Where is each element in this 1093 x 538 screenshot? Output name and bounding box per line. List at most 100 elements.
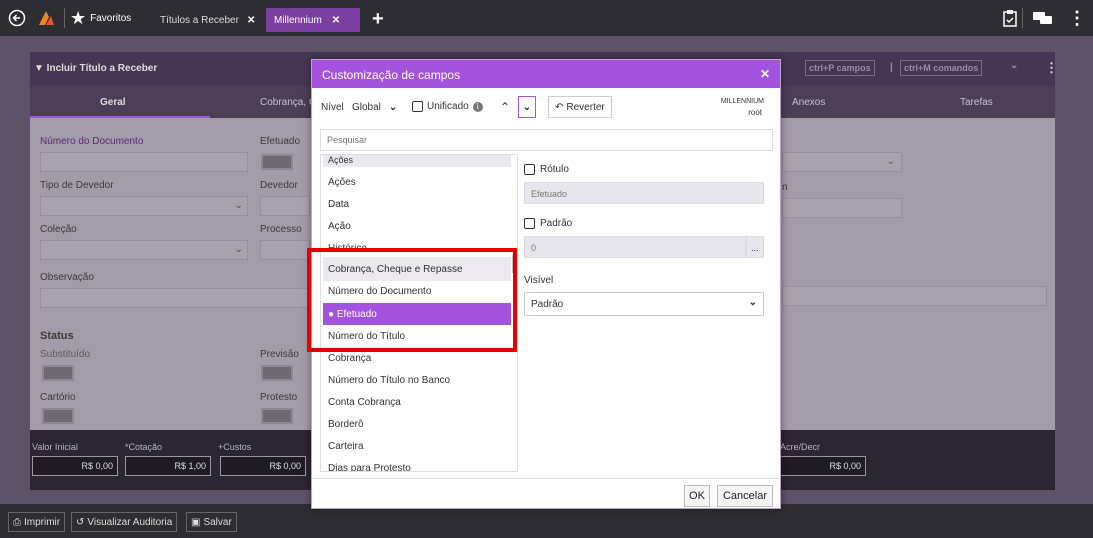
- chevron-down-icon: ⌄: [234, 200, 243, 211]
- processo-field[interactable]: [260, 240, 310, 260]
- observacao-field[interactable]: [40, 288, 312, 308]
- visualizar-auditoria-button[interactable]: ↺ Visualizar Auditoria: [71, 512, 178, 532]
- user-root: root: [748, 108, 762, 117]
- unificado-checkbox[interactable]: Unificado i: [412, 101, 483, 112]
- printer-icon: ⎙: [13, 516, 21, 528]
- padrao-checkbox[interactable]: Padrão: [524, 218, 572, 229]
- label-previsao: Previsão: [260, 349, 299, 360]
- visivel-select[interactable]: Padrão ⌄: [524, 292, 764, 316]
- chevron-down-icon: ⌄: [748, 297, 757, 308]
- list-item[interactable]: Data: [328, 199, 349, 210]
- imprimir-button[interactable]: ⎙ Imprimir: [8, 512, 66, 532]
- save-icon: ▣: [191, 516, 201, 528]
- acre-decr-field[interactable]: R$ 0,00: [780, 456, 866, 476]
- protesto-toggle[interactable]: [261, 408, 293, 424]
- back-icon[interactable]: [8, 9, 26, 27]
- substituido-toggle[interactable]: [42, 365, 74, 381]
- tab-geral[interactable]: Geral: [100, 97, 126, 108]
- list-item[interactable]: Carteira: [328, 441, 364, 452]
- chevron-down-icon: ⌄: [522, 101, 532, 113]
- chat-icon[interactable]: [1032, 10, 1054, 26]
- card-title[interactable]: ▼ Incluir Título a Receber: [34, 63, 157, 74]
- rotulo-field[interactable]: Efetuado: [524, 182, 764, 204]
- label-acre-decr: Acre/Decr: [780, 442, 821, 452]
- list-item[interactable]: Ações: [328, 155, 353, 165]
- info-icon: i: [472, 101, 483, 112]
- move-down-button[interactable]: ⌄: [518, 96, 536, 118]
- label-processo: Processo: [260, 224, 302, 235]
- label-colecao: Coleção: [40, 224, 77, 235]
- reverter-button[interactable]: ↶ Reverter: [548, 96, 612, 118]
- padrao-field[interactable]: 0: [524, 236, 746, 258]
- chevron-down-icon: ⌄: [886, 156, 895, 167]
- list-item[interactable]: Número do Título no Banco: [328, 375, 450, 386]
- label-cartorio: Cartório: [40, 392, 76, 403]
- visivel-label: Visível: [524, 275, 554, 286]
- tab-cobranca[interactable]: Cobrança, C: [260, 97, 316, 108]
- close-icon[interactable]: ✕: [332, 15, 340, 26]
- label-substituido: Substituído: [40, 349, 91, 360]
- numero-documento-field[interactable]: [40, 152, 248, 172]
- highlight-box: [307, 248, 517, 352]
- move-up-button[interactable]: ⌃: [500, 100, 510, 114]
- custos-field[interactable]: R$ 0,00: [220, 456, 306, 476]
- right-field-1[interactable]: [782, 198, 902, 218]
- padrao-lookup-button[interactable]: ...: [746, 236, 764, 258]
- top-bar: ★ Favoritos Títulos a Receber ✕ Millenni…: [0, 0, 1093, 36]
- user-millennium: MILLENNIUM: [720, 98, 764, 105]
- rotulo-checkbox[interactable]: Rótulo: [524, 164, 569, 175]
- chevron-down-icon: ⌄: [234, 244, 243, 255]
- chevron-down-icon[interactable]: ⌄: [1010, 60, 1018, 71]
- previsao-toggle[interactable]: [261, 365, 293, 381]
- tab-anexos[interactable]: Anexos: [792, 97, 825, 108]
- list-item[interactable]: Cobrança: [328, 353, 371, 364]
- star-icon: ★: [70, 8, 87, 28]
- checkbox-icon: [412, 101, 423, 112]
- nivel-label: Nível: [321, 102, 344, 113]
- chevron-up-icon: ⌃: [500, 100, 511, 114]
- status-heading: Status: [40, 330, 74, 342]
- valor-inicial-field[interactable]: R$ 0,00: [32, 456, 118, 476]
- label-cotacao: *Cotação: [125, 442, 163, 452]
- search-input[interactable]: [320, 129, 773, 151]
- label-custos: +Custos: [218, 442, 252, 452]
- list-item[interactable]: Conta Cobrança: [328, 397, 401, 408]
- campos-hint[interactable]: ctrl+P campos: [805, 60, 875, 76]
- list-item[interactable]: Dias para Protesto: [328, 463, 411, 471]
- colecao-select[interactable]: ⌄: [40, 240, 248, 260]
- tipo-devedor-select[interactable]: ⌄: [40, 196, 248, 216]
- salvar-button[interactable]: ▣ Salvar: [186, 512, 237, 532]
- devedor-field[interactable]: [260, 196, 310, 216]
- efetuado-toggle[interactable]: [261, 154, 293, 170]
- ok-button[interactable]: OK: [684, 485, 710, 507]
- label-devedor: Devedor: [260, 180, 298, 191]
- list-item[interactable]: Ações: [328, 177, 356, 188]
- checkbox-icon: [524, 164, 535, 175]
- close-icon[interactable]: ✕: [760, 67, 770, 81]
- nivel-select[interactable]: Global ⌄: [352, 102, 397, 113]
- tab-titulos-a-receber[interactable]: Títulos a Receber ✕: [152, 8, 263, 32]
- cancel-button[interactable]: Cancelar: [717, 485, 773, 507]
- label-numero-documento: Número do Documento: [40, 136, 144, 147]
- more-icon[interactable]: ⋮: [1045, 60, 1058, 76]
- cotacao-field[interactable]: R$ 1,00: [125, 456, 211, 476]
- add-tab-button[interactable]: +: [372, 8, 384, 31]
- list-item[interactable]: Ação: [328, 221, 351, 232]
- tab-millennium[interactable]: Millennium ✕: [266, 8, 360, 32]
- comandos-hint[interactable]: ctrl+M comandos: [900, 60, 983, 76]
- bottom-bar: ⎙ Imprimir ↺ Visualizar Auditoria ▣ Salvar: [0, 504, 1093, 538]
- tab-tarefas[interactable]: Tarefas: [960, 97, 993, 108]
- checkbox-icon: [524, 218, 535, 229]
- right-field-2[interactable]: [782, 286, 1047, 306]
- logo-icon: [36, 8, 56, 28]
- list-item[interactable]: Borderô: [328, 419, 364, 430]
- favorites-button[interactable]: ★ Favoritos: [70, 8, 131, 29]
- more-icon[interactable]: ⋮: [1068, 8, 1086, 29]
- close-icon[interactable]: ✕: [247, 15, 255, 26]
- history-icon: ↺: [76, 516, 85, 528]
- cartorio-toggle[interactable]: [42, 408, 74, 424]
- modal-header: Customização de campos ✕: [312, 60, 780, 88]
- label-protesto: Protesto: [260, 392, 298, 403]
- clipboard-icon[interactable]: [1002, 9, 1018, 27]
- right-select[interactable]: ⌄: [782, 152, 902, 172]
